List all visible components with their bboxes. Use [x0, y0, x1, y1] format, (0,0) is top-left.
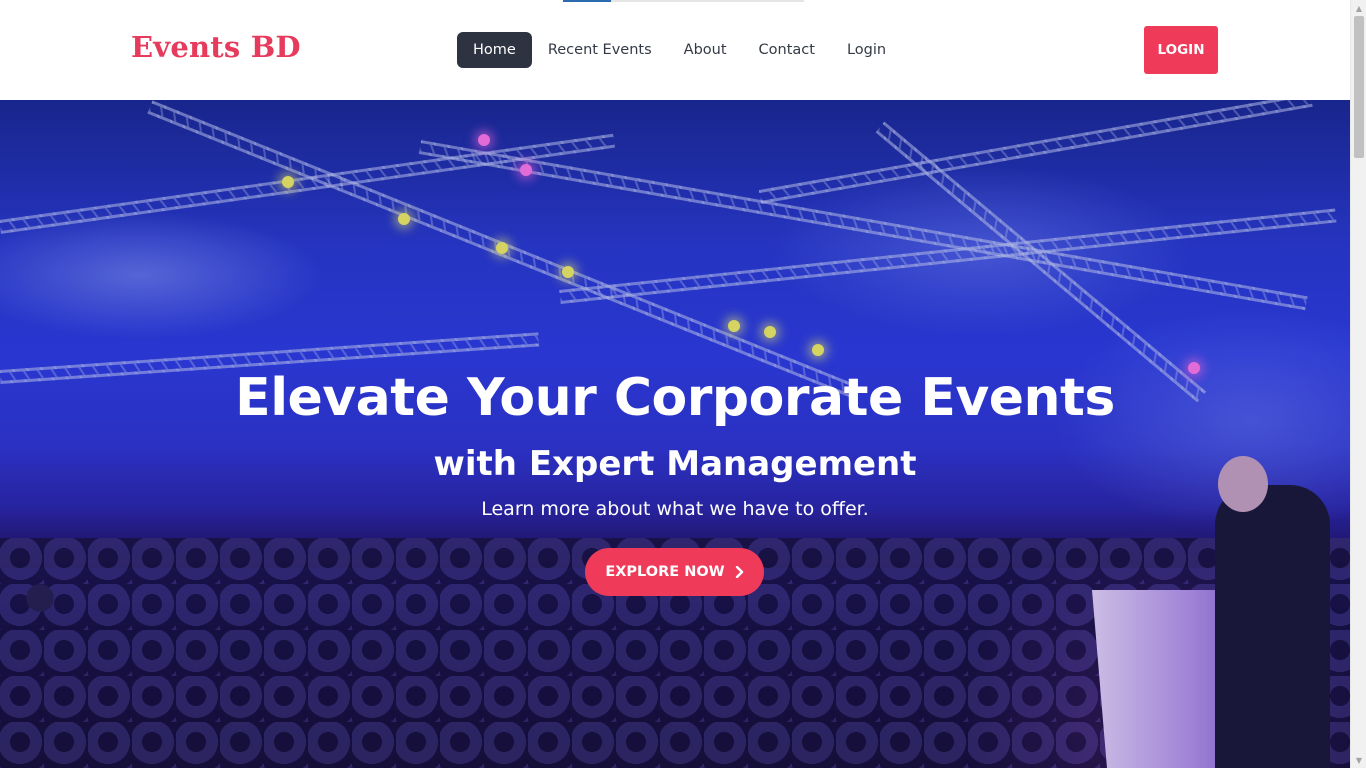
explore-now-label: EXPLORE NOW	[605, 564, 725, 580]
hero-subtitle: with Expert Management	[433, 444, 917, 484]
brand-logo[interactable]: Events BD	[131, 30, 301, 64]
scroll-down-arrow-icon[interactable]: ▼	[1351, 752, 1366, 768]
nav-item-login[interactable]: Login	[831, 32, 902, 68]
site-header: Events BD Home Recent Events About Conta…	[0, 0, 1350, 100]
main-nav: Home Recent Events About Contact Login	[457, 32, 902, 68]
nav-item-contact[interactable]: Contact	[743, 32, 831, 68]
hero-title: Elevate Your Corporate Events	[235, 368, 1115, 428]
scroll-up-arrow-icon[interactable]: ▲	[1351, 0, 1366, 16]
login-button[interactable]: LOGIN	[1144, 26, 1218, 74]
hero-tagline: Learn more about what we have to offer.	[481, 498, 869, 520]
explore-now-button[interactable]: EXPLORE NOW	[585, 548, 764, 596]
nav-item-home[interactable]: Home	[457, 32, 532, 68]
hero-banner: Elevate Your Corporate Events with Exper…	[0, 100, 1350, 768]
vertical-scrollbar[interactable]: ▲ ▼	[1350, 0, 1366, 768]
nav-item-recent-events[interactable]: Recent Events	[532, 32, 668, 68]
scrollbar-thumb[interactable]	[1354, 16, 1364, 158]
page-load-progress	[563, 0, 804, 2]
nav-item-about[interactable]: About	[668, 32, 743, 68]
chevron-right-icon	[735, 563, 744, 582]
